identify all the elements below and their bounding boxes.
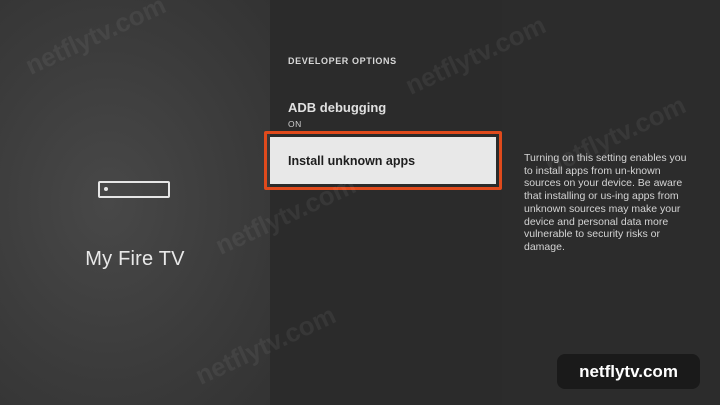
menu-item-label: Install unknown apps xyxy=(288,153,416,168)
menu-item-adb-debugging[interactable]: ADB debugging ON xyxy=(288,100,498,129)
settings-menu-panel: DEVELOPER OPTIONS ADB debugging ON xyxy=(270,0,502,405)
fire-tv-device-icon xyxy=(98,181,170,198)
device-indicator-dot xyxy=(104,187,108,191)
brand-badge: netflytv.com xyxy=(557,354,700,389)
menu-item-value: ON xyxy=(288,119,302,129)
menu-item-label: ADB debugging xyxy=(288,100,387,115)
setting-description: Turning on this setting enables you to i… xyxy=(524,152,687,253)
left-panel: My Fire TV xyxy=(0,0,270,405)
page-title: My Fire TV xyxy=(85,248,185,270)
section-header: DEVELOPER OPTIONS xyxy=(288,56,397,66)
description-panel: Turning on this setting enables you to i… xyxy=(502,0,720,405)
menu-item-install-unknown-apps[interactable]: Install unknown apps xyxy=(270,137,496,184)
